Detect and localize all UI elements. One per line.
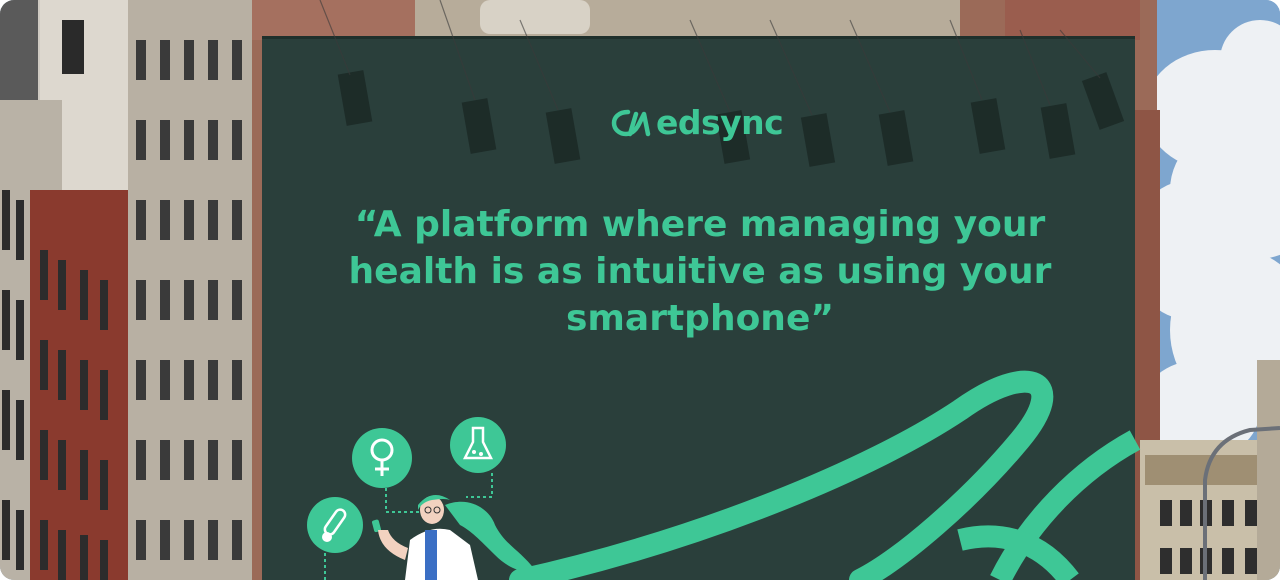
medsync-logo-mark-icon xyxy=(611,109,651,137)
left-building xyxy=(0,0,253,580)
billboard-photo: edsync “A platform where managing your h… xyxy=(0,0,1280,580)
brand-logo: edsync xyxy=(610,100,810,144)
billboard-quote: “A platform where managing your health i… xyxy=(348,204,1052,339)
brand-wordmark: edsync xyxy=(656,102,784,142)
